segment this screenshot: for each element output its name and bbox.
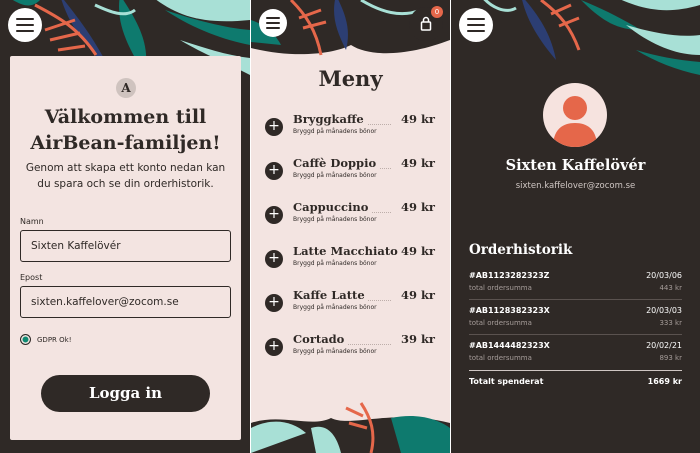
- item-price: 49 kr: [400, 288, 435, 302]
- divider: [469, 334, 682, 335]
- leaves-decoration: [251, 402, 450, 453]
- item-price: 49 kr: [400, 112, 435, 126]
- order-row: #AB1123282323Z 20/03/06 total ordersumma…: [469, 271, 682, 299]
- gdpr-label: GDPR Ok!: [37, 335, 72, 344]
- email-field[interactable]: [20, 286, 231, 318]
- profile-name: Sixten Kaffelövér: [505, 157, 646, 174]
- total-spent-value: 1669 kr: [647, 377, 682, 386]
- order-row: #AB1444482323X 20/02/21 total ordersumma…: [469, 341, 682, 369]
- login-screen: A Välkommen till AirBean-familjen! Genom…: [0, 0, 250, 453]
- order-sum: 333 kr: [659, 319, 682, 327]
- order-history-title: Orderhistorik: [469, 242, 573, 258]
- avatar: [543, 83, 607, 147]
- item-price: 49 kr: [400, 200, 435, 214]
- gdpr-consent[interactable]: GDPR Ok!: [20, 334, 72, 345]
- order-row: #AB1128382323X 20/03/03 total ordersumma…: [469, 306, 682, 334]
- item-name: Cortado: [293, 332, 348, 346]
- divider: [469, 370, 682, 371]
- item-description: Bryggd på månadens bönor: [293, 304, 377, 311]
- order-sum-label: total ordersumma: [469, 284, 532, 292]
- menu-item: + Cappuccino Bryggd på månadens bönor 49…: [265, 200, 435, 230]
- intro-text: Genom att skapa ett konto nedan kan du s…: [25, 162, 226, 190]
- order-id: #AB1123282323Z: [469, 271, 550, 280]
- airbean-logo-icon: A: [116, 78, 136, 98]
- add-to-cart-button[interactable]: +: [265, 250, 283, 268]
- item-name: Bryggkaffe: [293, 112, 367, 126]
- order-date: 20/02/21: [646, 341, 682, 350]
- item-description: Bryggd på månadens bönor: [293, 260, 377, 267]
- item-description: Bryggd på månadens bönor: [293, 172, 377, 179]
- item-name: Cappuccino: [293, 200, 372, 214]
- welcome-title: Välkommen till AirBean-familjen!: [30, 106, 221, 154]
- order-id: #AB1444482323X: [469, 341, 550, 350]
- item-description: Bryggd på månadens bönor: [293, 216, 377, 223]
- add-to-cart-button[interactable]: +: [265, 294, 283, 312]
- add-to-cart-button[interactable]: +: [265, 338, 283, 356]
- menu-item: + Kaffe Latte Bryggd på månadens bönor 4…: [265, 288, 435, 318]
- order-date: 20/03/03: [646, 306, 682, 315]
- add-to-cart-button[interactable]: +: [265, 162, 283, 180]
- add-to-cart-button[interactable]: +: [265, 206, 283, 224]
- order-id: #AB1128382323X: [469, 306, 550, 315]
- email-label: Epost: [20, 273, 43, 282]
- login-button[interactable]: Logga in: [41, 375, 210, 412]
- order-sum: 443 kr: [659, 284, 682, 292]
- name-field[interactable]: [20, 230, 231, 262]
- item-price: 49 kr: [400, 156, 435, 170]
- hamburger-icon: [16, 18, 34, 20]
- menu-item: + Caffè Doppio Bryggd på månadens bönor …: [265, 156, 435, 186]
- gdpr-radio[interactable]: [20, 334, 31, 345]
- item-description: Bryggd på månadens bönor: [293, 128, 377, 135]
- divider: [469, 299, 682, 300]
- menu-item: + Cortado Bryggd på månadens bönor 39 kr: [265, 332, 435, 362]
- menu-item: + Latte Macchiato Bryggd på månadens bön…: [265, 244, 435, 274]
- total-spent-label: Totalt spenderat: [469, 377, 544, 386]
- hamburger-menu-button[interactable]: [459, 8, 493, 42]
- hamburger-menu-button[interactable]: [8, 8, 42, 42]
- menu-title: Meny: [318, 66, 383, 91]
- order-date: 20/03/06: [646, 271, 682, 280]
- name-label: Namn: [20, 217, 44, 226]
- hamburger-menu-button[interactable]: [259, 9, 287, 37]
- login-card: A Välkommen till AirBean-familjen! Genom…: [10, 56, 241, 440]
- profile-screen: Sixten Kaffelövér sixten.kaffelover@zoco…: [451, 0, 700, 453]
- order-sum-label: total ordersumma: [469, 319, 532, 327]
- item-name: Caffè Doppio: [293, 156, 380, 170]
- add-to-cart-button[interactable]: +: [265, 118, 283, 136]
- leaves-decoration: [483, 0, 700, 75]
- order-sum-label: total ordersumma: [469, 354, 532, 362]
- hamburger-icon: [467, 18, 485, 20]
- profile-email: sixten.kaffelover@zocom.se: [515, 181, 636, 191]
- menu-screen: 0 Meny + Bryggkaffe Bryggd på månadens b…: [251, 0, 450, 453]
- item-name: Latte Macchiato: [293, 244, 401, 258]
- order-sum: 893 kr: [659, 354, 682, 362]
- item-price: 39 kr: [400, 332, 435, 346]
- item-name: Kaffe Latte: [293, 288, 368, 302]
- item-description: Bryggd på månadens bönor: [293, 348, 377, 355]
- hamburger-icon: [266, 17, 280, 19]
- cart-count-badge: 0: [431, 6, 443, 18]
- menu-item: + Bryggkaffe Bryggd på månadens bönor 49…: [265, 112, 435, 142]
- user-icon: [553, 96, 597, 147]
- item-price: 49 kr: [400, 244, 435, 258]
